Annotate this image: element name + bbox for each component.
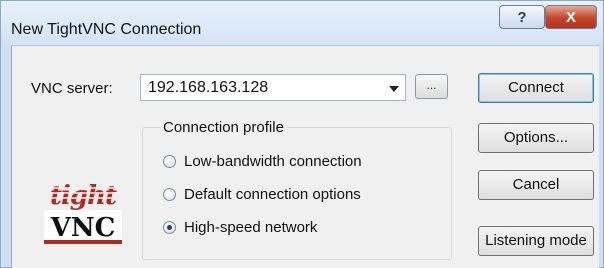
cancel-button[interactable]: Cancel	[478, 170, 594, 200]
dropdown-arrow-icon[interactable]	[389, 86, 399, 92]
radio-low-bandwidth[interactable]: Low-bandwidth connection	[163, 150, 362, 172]
radio-button-icon[interactable]	[163, 154, 176, 168]
radio-high-speed[interactable]: High-speed network	[163, 216, 317, 238]
dialog-body: VNC server: 192.168.163.128 ... tight VN…	[11, 45, 599, 268]
close-icon: X	[565, 8, 576, 26]
vnc-server-combobox[interactable]: 192.168.163.128	[140, 74, 406, 101]
radio-label[interactable]: High-speed network	[184, 219, 317, 236]
radio-button-selected-icon[interactable]	[163, 220, 176, 234]
options-button[interactable]: Options...	[478, 123, 594, 153]
listening-mode-button[interactable]: Listening mode	[478, 226, 594, 256]
connection-dialog: New TightVNC Connection ? X VNC server: …	[0, 0, 604, 268]
svg-text:VNC: VNC	[50, 213, 116, 243]
help-icon: ?	[517, 8, 527, 26]
radio-label[interactable]: Default connection options	[184, 186, 361, 203]
help-button[interactable]: ?	[499, 5, 545, 29]
connection-profile-title: Connection profile	[160, 119, 287, 136]
svg-text:tight: tight	[50, 181, 117, 211]
vnc-server-value[interactable]: 192.168.163.128	[148, 79, 268, 97]
window-title: New TightVNC Connection	[11, 21, 202, 38]
title-bar[interactable]: New TightVNC Connection ? X	[1, 1, 603, 45]
tightvnc-logo: tight VNC	[44, 181, 122, 244]
radio-default-options[interactable]: Default connection options	[163, 183, 361, 205]
vnc-server-label: VNC server:	[31, 80, 113, 97]
radio-button-icon[interactable]	[163, 187, 176, 201]
radio-label[interactable]: Low-bandwidth connection	[184, 153, 362, 170]
browse-button[interactable]: ...	[415, 74, 448, 99]
close-button[interactable]: X	[545, 5, 597, 29]
connect-button[interactable]: Connect	[478, 73, 594, 103]
